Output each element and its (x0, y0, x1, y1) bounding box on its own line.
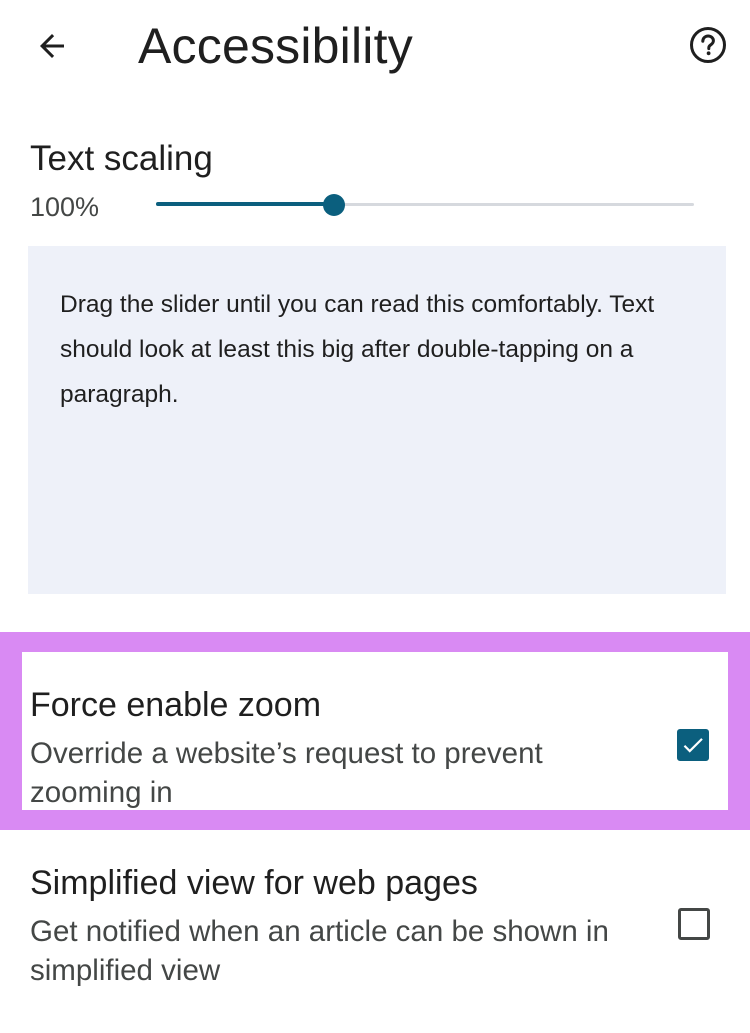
back-button[interactable] (30, 24, 74, 68)
app-bar: Accessibility (0, 0, 750, 100)
text-preview: Drag the slider until you can read this … (60, 291, 655, 408)
force-zoom-setting[interactable]: Force enable zoom Override a website’s r… (22, 652, 728, 810)
text-scaling-slider[interactable] (156, 190, 694, 220)
simplified-view-description: Get notified when an article can be show… (30, 915, 609, 987)
text-scaling-value: 100% (30, 192, 100, 222)
check-icon (683, 738, 703, 753)
simplified-view-title: Simplified view for web pages (30, 864, 478, 902)
slider-thumb[interactable] (322, 194, 345, 216)
force-zoom-description: Override a website’s request to prevent … (30, 737, 543, 809)
text-preview-box: Drag the slider until you can read this … (28, 246, 726, 594)
text-scaling-label: Text scaling (30, 139, 213, 178)
slider-fill (156, 202, 334, 206)
help-circle-icon (690, 27, 726, 63)
force-zoom-checkbox[interactable] (677, 729, 709, 761)
force-zoom-title: Force enable zoom (30, 686, 322, 724)
help-button[interactable] (688, 25, 728, 65)
page-title: Accessibility (138, 18, 413, 74)
simplified-view-checkbox[interactable] (678, 908, 710, 940)
arrow-back-icon (40, 34, 64, 58)
highlight-frame: Force enable zoom Override a website’s r… (0, 632, 750, 830)
